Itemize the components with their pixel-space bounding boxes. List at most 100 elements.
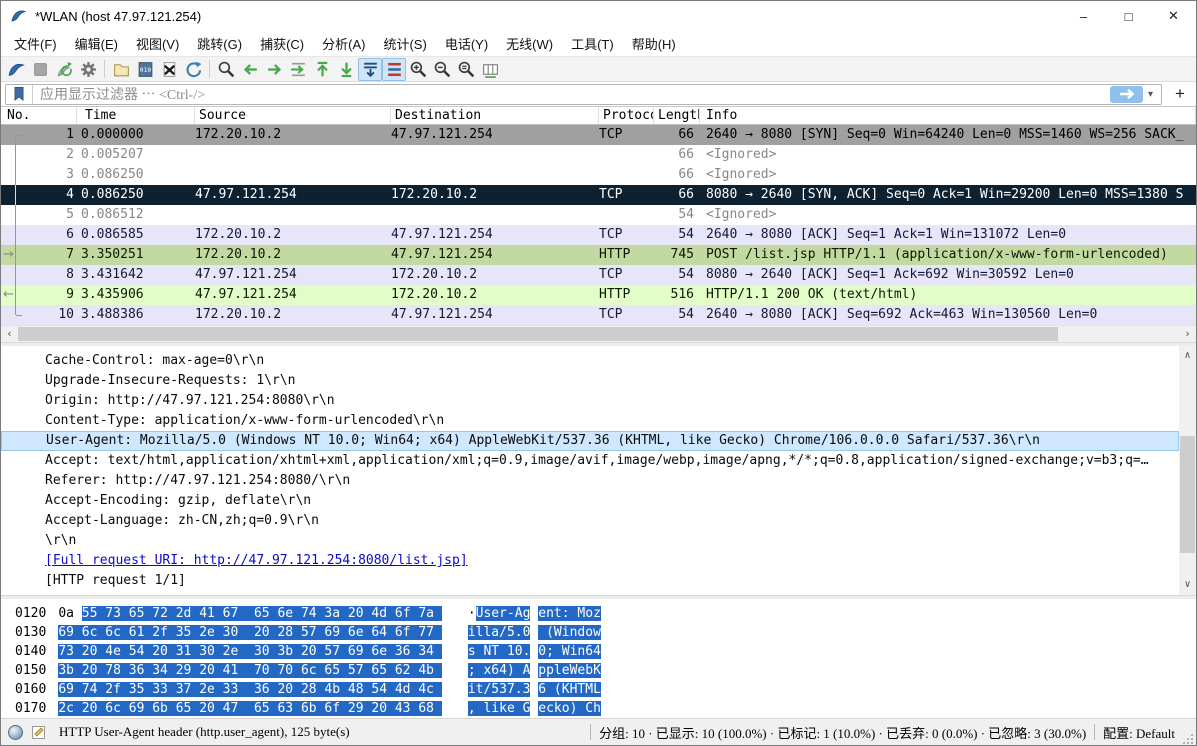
details-vscrollbar[interactable]: ∧ ∨ (1179, 346, 1196, 595)
expert-info-icon[interactable] (8, 725, 23, 740)
save-file-button[interactable]: 010 (133, 58, 157, 81)
menu-item-telephony[interactable]: 电话(Y) (436, 31, 497, 56)
menu-item-view[interactable]: 视图(V) (127, 31, 188, 56)
cell-len: 66 (654, 165, 700, 185)
status-separator (1094, 724, 1095, 740)
packet-row-1[interactable]: 10.000000172.20.10.247.97.121.254TCP6626… (1, 125, 1196, 145)
hex-row[interactable]: 014073 20 4e 54 20 31 30 2e 30 3b 20 57 … (15, 642, 1196, 661)
colorize-toggle[interactable] (382, 58, 406, 81)
conversation-line (15, 245, 16, 265)
detail-line[interactable]: Content-Type: application/x-www-form-url… (1, 411, 1196, 431)
packet-row-9[interactable]: ←93.43590647.97.121.254172.20.10.2HTTP51… (1, 285, 1196, 305)
auto-scroll-toggle[interactable] (358, 58, 382, 81)
go-back-button[interactable] (238, 58, 262, 81)
menu-item-tools[interactable]: 工具(T) (562, 31, 623, 56)
packet-row-3[interactable]: 30.08625066<Ignored> (1, 165, 1196, 185)
packet-list-hscrollbar[interactable]: ‹ › (1, 325, 1196, 342)
column-header-time[interactable]: Time (77, 107, 195, 124)
scroll-left-arrow-icon[interactable]: ‹ (1, 326, 18, 342)
detail-line[interactable]: Upgrade-Insecure-Requests: 1\r\n (1, 371, 1196, 391)
filter-dropdown-caret[interactable]: ▾ (1143, 89, 1158, 100)
resize-grip[interactable] (1181, 732, 1194, 745)
detail-link-line[interactable]: [Full request URI: http://47.97.121.254:… (1, 551, 1196, 571)
hex-row[interactable]: 013069 6c 6c 61 2f 35 2e 30 20 28 57 69 … (15, 623, 1196, 642)
packet-row-8[interactable]: 83.43164247.97.121.254172.20.10.2TCP5480… (1, 265, 1196, 285)
menu-item-go[interactable]: 跳转(G) (188, 31, 251, 56)
hex-ascii: illa/5.0 (Window (468, 625, 601, 640)
minimize-button[interactable]: – (1061, 1, 1106, 31)
request-arrow-icon: → (3, 245, 14, 265)
filter-bookmark-button[interactable] (6, 85, 33, 104)
cell-proto (599, 145, 654, 165)
column-header-no[interactable]: No. (1, 107, 77, 124)
resize-columns-button[interactable] (478, 58, 502, 81)
column-header-info[interactable]: Info (700, 107, 1196, 124)
open-file-button[interactable] (109, 58, 133, 81)
menu-item-statistics[interactable]: 统计(S) (374, 31, 435, 56)
column-header-src[interactable]: Source (195, 107, 391, 124)
zoom-original-button[interactable] (454, 58, 478, 81)
go-last-packet-button[interactable] (334, 58, 358, 81)
menu-item-edit[interactable]: 编辑(E) (66, 31, 127, 56)
capture-options-button[interactable] (76, 58, 100, 81)
close-button[interactable]: ✕ (1151, 1, 1196, 31)
hex-bytes: 3b 20 78 36 34 29 20 41 70 70 6c 65 57 6… (58, 663, 442, 678)
packet-row-5[interactable]: 50.08651254<Ignored> (1, 205, 1196, 225)
go-to-packet-button[interactable] (286, 58, 310, 81)
maximize-button[interactable]: □ (1106, 1, 1151, 31)
hex-row[interactable]: 016069 74 2f 35 33 37 2e 33 36 20 28 4b … (15, 680, 1196, 699)
close-file-icon (160, 60, 179, 79)
go-first-packet-button[interactable] (310, 58, 334, 81)
detail-line[interactable]: Cache-Control: max-age=0\r\n (1, 351, 1196, 371)
detail-line[interactable]: Accept-Encoding: gzip, deflate\r\n (1, 491, 1196, 511)
zoom-out-button[interactable] (430, 58, 454, 81)
apply-arrow-icon (1118, 88, 1136, 100)
stop-capture-button[interactable] (28, 58, 52, 81)
detail-line[interactable]: Origin: http://47.97.121.254:8080\r\n (1, 391, 1196, 411)
detail-line[interactable]: \r\n (1, 531, 1196, 551)
vscroll-thumb[interactable] (1180, 436, 1195, 553)
capture-comment-icon[interactable] (31, 725, 46, 740)
packet-row-2[interactable]: 20.00520766<Ignored> (1, 145, 1196, 165)
column-header-proto[interactable]: Protocol (599, 107, 654, 124)
detail-line[interactable]: [HTTP request 1/1] (1, 571, 1196, 591)
display-filter-input[interactable]: 应用显示过滤器 ⋯ <Ctrl-/> ▾ (5, 84, 1162, 105)
scroll-down-arrow-icon[interactable]: ∨ (1179, 577, 1196, 593)
detail-line[interactable]: Referer: http://47.97.121.254:8080/\r\n (1, 471, 1196, 491)
response-arrow-icon: ← (3, 285, 14, 305)
cell-src (195, 205, 391, 225)
detail-line[interactable]: Accept: text/html,application/xhtml+xml,… (1, 451, 1196, 471)
hscroll-thumb[interactable] (18, 327, 1058, 341)
detail-line-selected[interactable]: User-Agent: Mozilla/5.0 (Windows NT 10.0… (1, 431, 1179, 451)
scroll-right-arrow-icon[interactable]: › (1179, 326, 1196, 342)
cell-src: 47.97.121.254 (195, 185, 391, 205)
packet-row-4[interactable]: 40.08625047.97.121.254172.20.10.2TCP6680… (1, 185, 1196, 205)
detail-line[interactable]: Accept-Language: zh-CN,zh;q=0.9\r\n (1, 511, 1196, 531)
menu-item-file[interactable]: 文件(F) (5, 31, 66, 56)
packet-row-6[interactable]: 60.086585172.20.10.247.97.121.254TCP5426… (1, 225, 1196, 245)
hex-row[interactable]: 01503b 20 78 36 34 29 20 41 70 70 6c 65 … (15, 661, 1196, 680)
packet-row-10[interactable]: 103.488386172.20.10.247.97.121.254TCP542… (1, 305, 1196, 325)
filter-apply-button[interactable] (1110, 86, 1143, 103)
start-capture-button[interactable] (4, 58, 28, 81)
go-forward-button[interactable] (262, 58, 286, 81)
hex-row[interactable]: 01200a 55 73 65 72 2d 41 67 65 6e 74 3a … (15, 604, 1196, 623)
menu-item-wireless[interactable]: 无线(W) (497, 31, 562, 56)
zoom-in-button[interactable] (406, 58, 430, 81)
close-file-button[interactable] (157, 58, 181, 81)
status-profile[interactable]: 配置: Default (1103, 723, 1175, 742)
scroll-up-arrow-icon[interactable]: ∧ (1179, 348, 1196, 364)
menu-item-analyze[interactable]: 分析(A) (313, 31, 374, 56)
menu-item-help[interactable]: 帮助(H) (623, 31, 685, 56)
column-header-dst[interactable]: Destination (391, 107, 599, 124)
restart-capture-button[interactable] (52, 58, 76, 81)
menu-item-capture[interactable]: 捕获(C) (251, 31, 313, 56)
packet-row-7[interactable]: →73.350251172.20.10.247.97.121.254HTTP74… (1, 245, 1196, 265)
cell-proto: TCP (599, 185, 654, 205)
reload-file-button[interactable] (181, 58, 205, 81)
status-bar: HTTP User-Agent header (http.user_agent)… (1, 718, 1196, 745)
hex-row[interactable]: 01702c 20 6c 69 6b 65 20 47 65 63 6b 6f … (15, 699, 1196, 718)
column-header-len[interactable]: Length (654, 107, 700, 124)
find-packet-button[interactable] (214, 58, 238, 81)
filter-add-button[interactable]: + (1169, 84, 1191, 104)
